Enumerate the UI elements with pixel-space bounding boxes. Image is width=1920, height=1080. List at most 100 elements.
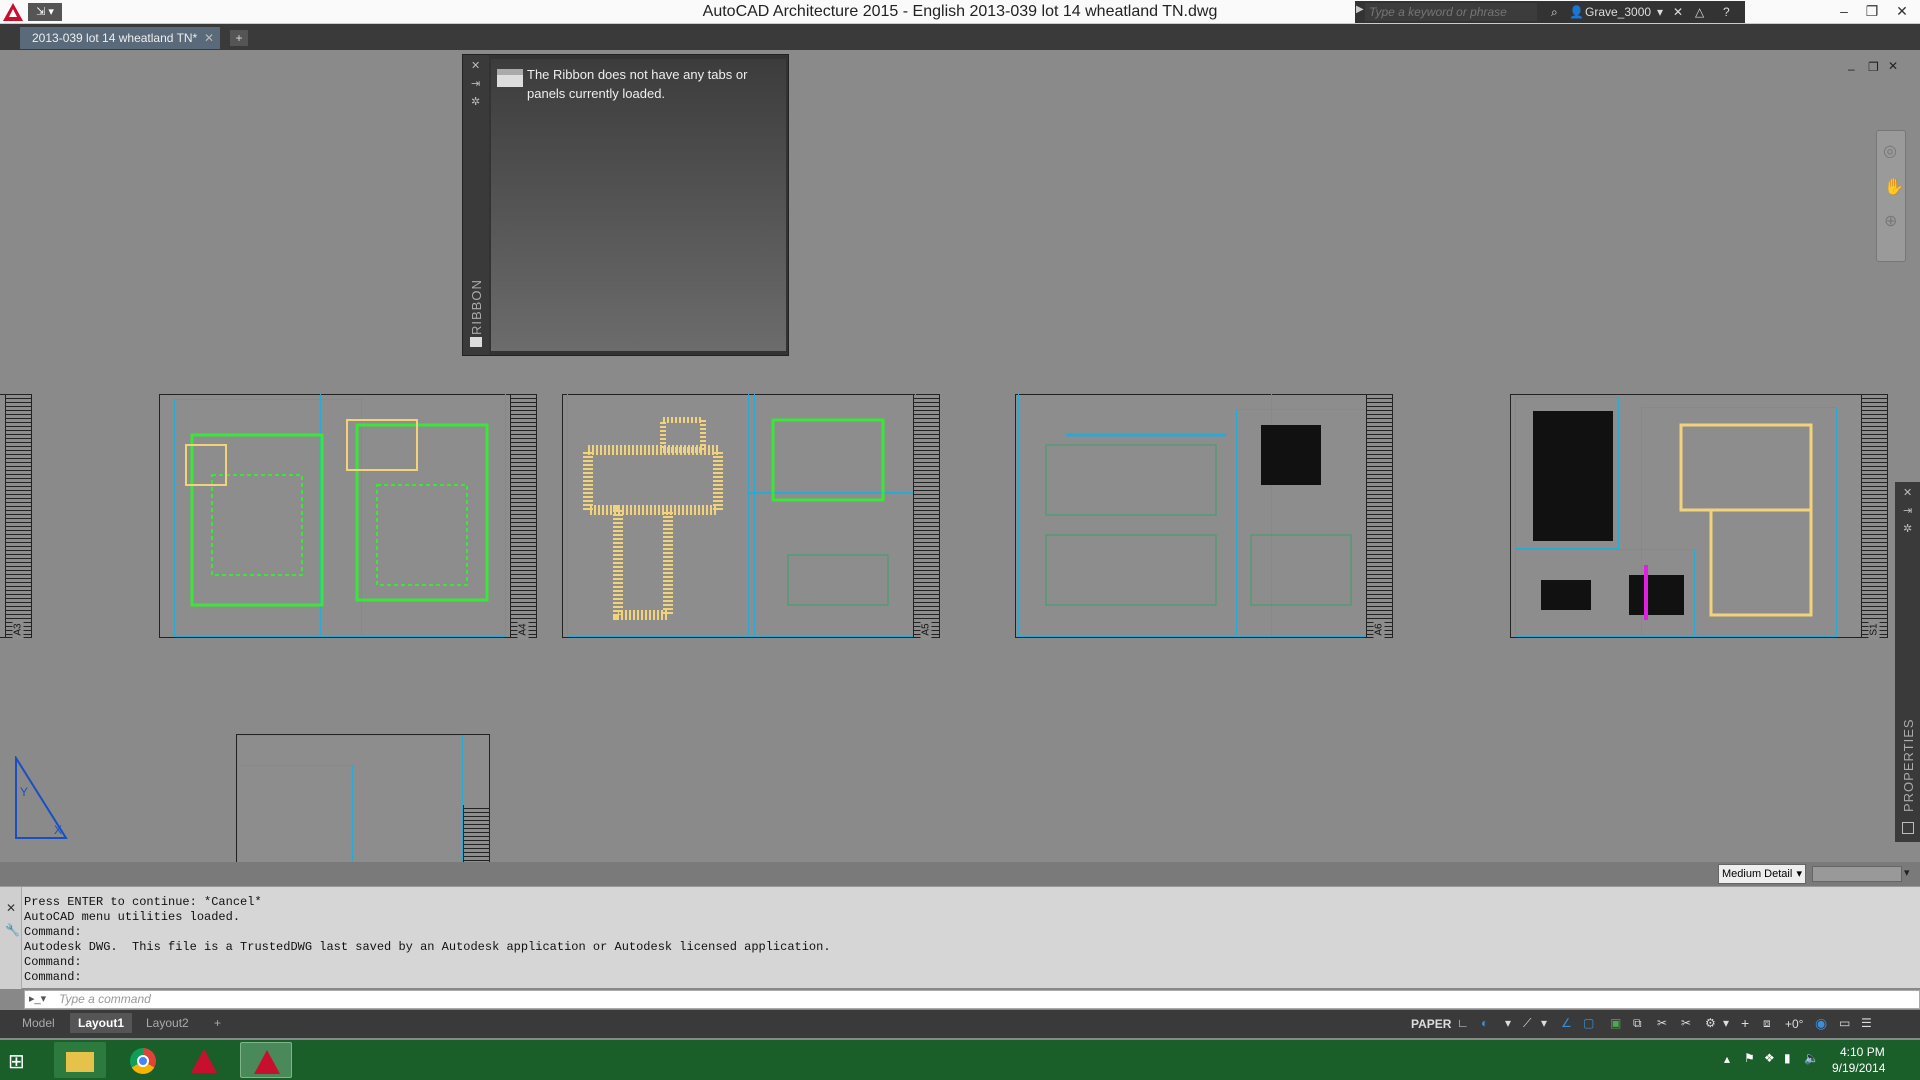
chevron-down-icon: ▾: [1796, 868, 1802, 880]
restore-drawing-icon[interactable]: ❐: [1868, 60, 1879, 74]
properties-icon[interactable]: ✲: [471, 95, 480, 108]
volume-icon[interactable]: 🔈: [1804, 1051, 1819, 1065]
tab-document[interactable]: 2013-039 lot 14 wheatland TN* ✕: [20, 27, 220, 49]
search-input[interactable]: [1365, 3, 1537, 21]
steering-wheel-icon[interactable]: ◎: [1883, 141, 1897, 161]
lineweight-icon[interactable]: ▢: [1583, 1016, 1594, 1030]
properties-palette[interactable]: ✕ ⇥ ✲ PROPERTIES: [1895, 482, 1920, 842]
structural-plan-drawing: [1533, 411, 1813, 620]
selection-cycling-icon[interactable]: ⧉: [1633, 1016, 1642, 1031]
palette-icon[interactable]: [1902, 822, 1914, 834]
close-icon[interactable]: ✕: [471, 59, 480, 72]
user-icon: 👤: [1569, 5, 1584, 19]
binoculars-icon[interactable]: ⌕: [1551, 5, 1558, 20]
hardware-acceleration-icon[interactable]: ◉: [1815, 1015, 1827, 1032]
detail-level-value: Medium Detail: [1722, 868, 1793, 880]
command-input[interactable]: ▸_▾ Type a command: [24, 990, 1920, 1009]
palette-icon[interactable]: [470, 337, 482, 347]
annotation-tools[interactable]: [1812, 866, 1902, 882]
sheet-a4[interactable]: A4: [159, 393, 537, 640]
windows-taskbar: ⊞ ▴ ⚑ ❖ ▮ 🔈 4:10 PM 9/19/2014: [0, 1040, 1920, 1080]
command-line: Press ENTER to continue: *Cancel*: [24, 895, 262, 909]
dropbox-icon[interactable]: ❖: [1764, 1051, 1775, 1065]
auto-hide-icon[interactable]: ⇥: [471, 77, 480, 90]
tab-model[interactable]: Model: [14, 1013, 63, 1033]
svg-text:X: X: [54, 823, 62, 837]
clock-date[interactable]: 9/19/2014: [1832, 1061, 1885, 1075]
user-name[interactable]: Grave_3000: [1585, 5, 1651, 19]
sheet-number-label: A5: [920, 619, 932, 640]
chevron-down-icon[interactable]: ▾: [1904, 866, 1910, 879]
wrench-icon[interactable]: 🔧: [5, 923, 20, 937]
polar-icon[interactable]: ◐: [1481, 1016, 1488, 1030]
tab-layout2[interactable]: Layout2: [138, 1013, 197, 1033]
detail-level-select[interactable]: Medium Detail ▾: [1718, 864, 1806, 884]
close-button[interactable]: ✕: [1888, 0, 1916, 24]
help-icon[interactable]: ?: [1723, 5, 1730, 19]
clock-time[interactable]: 4:10 PM: [1840, 1045, 1885, 1059]
windows-start-icon[interactable]: ⊞: [8, 1049, 25, 1074]
restore-button[interactable]: ❐: [1858, 0, 1886, 24]
auto-hide-icon[interactable]: ⇥: [1903, 504, 1912, 517]
command-line: Command:: [24, 955, 82, 969]
title-block: A4: [510, 395, 536, 640]
snap-icon[interactable]: ∟: [1457, 1016, 1469, 1030]
a360-icon[interactable]: △: [1695, 5, 1704, 19]
ribbon-palette: ✕ ⇥ ✲ RIBBON The Ribbon does not have an…: [462, 54, 789, 356]
annotation-scale-icon[interactable]: ✂: [1657, 1016, 1667, 1030]
chevron-up-icon[interactable]: ▴: [1724, 1052, 1730, 1066]
status-bar: PAPER ∟ ◐ ▾ ⟋ ▾ ∠ ▢ ▣ ⧉ ✂ ✂ ⚙ ▾ + ⧈ +0° …: [1405, 1012, 1920, 1038]
file-explorer-icon[interactable]: [54, 1042, 106, 1078]
exchange-icon[interactable]: ✕: [1673, 5, 1683, 19]
annotation-monitor-icon[interactable]: +: [1741, 1015, 1749, 1031]
transparency-icon[interactable]: ▣: [1610, 1016, 1621, 1030]
navigation-bar[interactable]: ◎ ✋ ⊕: [1876, 130, 1906, 262]
chrome-icon[interactable]: [116, 1042, 168, 1078]
zoom-extents-icon[interactable]: ⊕: [1884, 211, 1897, 231]
sheet-a3[interactable]: A3: [0, 394, 32, 640]
workspace-gear-icon[interactable]: ⚙: [1705, 1016, 1716, 1030]
title-block: A3: [5, 395, 31, 640]
sheet-s1[interactable]: S1: [1510, 394, 1888, 640]
sheet-number-label: S1: [1868, 619, 1880, 640]
paper-toggle[interactable]: PAPER: [1411, 1017, 1451, 1031]
command-prompt-icon[interactable]: ▸_▾: [29, 992, 46, 1005]
close-icon[interactable]: ✕: [6, 901, 16, 915]
otrack-icon[interactable]: ∠: [1561, 1016, 1572, 1030]
isolate-objects-icon[interactable]: ⧈: [1763, 1016, 1771, 1031]
settings-icon[interactable]: ✲: [1903, 522, 1912, 535]
system-tray: ▴ ⚑ ❖ ▮ 🔈 4:10 PM 9/19/2014: [1720, 1040, 1920, 1080]
chevron-down-icon[interactable]: ▾: [1541, 1016, 1547, 1030]
osnap-icon[interactable]: ⟋: [1523, 1016, 1531, 1031]
command-placeholder: Type a command: [59, 992, 151, 1006]
expand-arrow-icon[interactable]: ▶: [1356, 4, 1364, 15]
close-drawing-icon[interactable]: ✕: [1888, 59, 1898, 73]
chevron-down-icon[interactable]: ▾: [1723, 1016, 1729, 1030]
autocad-architecture-taskbar-icon[interactable]: [240, 1042, 292, 1078]
angle-value[interactable]: +0°: [1785, 1017, 1803, 1031]
minimize-button[interactable]: –: [1830, 0, 1858, 24]
autocad-taskbar-icon[interactable]: [178, 1042, 230, 1078]
ribbon-message: The Ribbon does not have any tabs or pan…: [527, 67, 748, 101]
close-icon[interactable]: ✕: [1903, 486, 1912, 499]
chevron-down-icon[interactable]: ▾: [1657, 5, 1663, 19]
clean-screen-icon[interactable]: ▭: [1839, 1016, 1850, 1030]
flag-icon[interactable]: ⚑: [1744, 1051, 1755, 1065]
close-icon[interactable]: ✕: [204, 27, 214, 49]
network-icon[interactable]: ▮: [1784, 1051, 1791, 1065]
customize-menu-icon[interactable]: ☰: [1861, 1016, 1872, 1030]
drawing-canvas[interactable]: A3 A4 A5 A6 S1 Y X – ❐ ✕ ◎ ✋ ⊕: [0, 50, 1920, 915]
sheet-number-label: A6: [1373, 619, 1385, 640]
pan-icon[interactable]: ✋: [1884, 177, 1904, 197]
chevron-down-icon[interactable]: ▾: [1505, 1016, 1511, 1030]
ribbon-body: The Ribbon does not have any tabs or pan…: [491, 59, 786, 351]
minimize-drawing-icon[interactable]: –: [1848, 62, 1855, 76]
ribbon-label: RIBBON: [469, 279, 484, 335]
annotation-visibility-icon[interactable]: ✂: [1681, 1016, 1691, 1030]
sheet-a5[interactable]: A5: [562, 393, 940, 640]
add-layout-button[interactable]: +: [206, 1013, 229, 1033]
tab-document-label: 2013-039 lot 14 wheatland TN*: [32, 31, 198, 45]
sheet-a6[interactable]: A6: [1015, 393, 1393, 640]
tab-layout1[interactable]: Layout1: [70, 1013, 133, 1033]
new-tab-button[interactable]: +: [230, 30, 248, 46]
